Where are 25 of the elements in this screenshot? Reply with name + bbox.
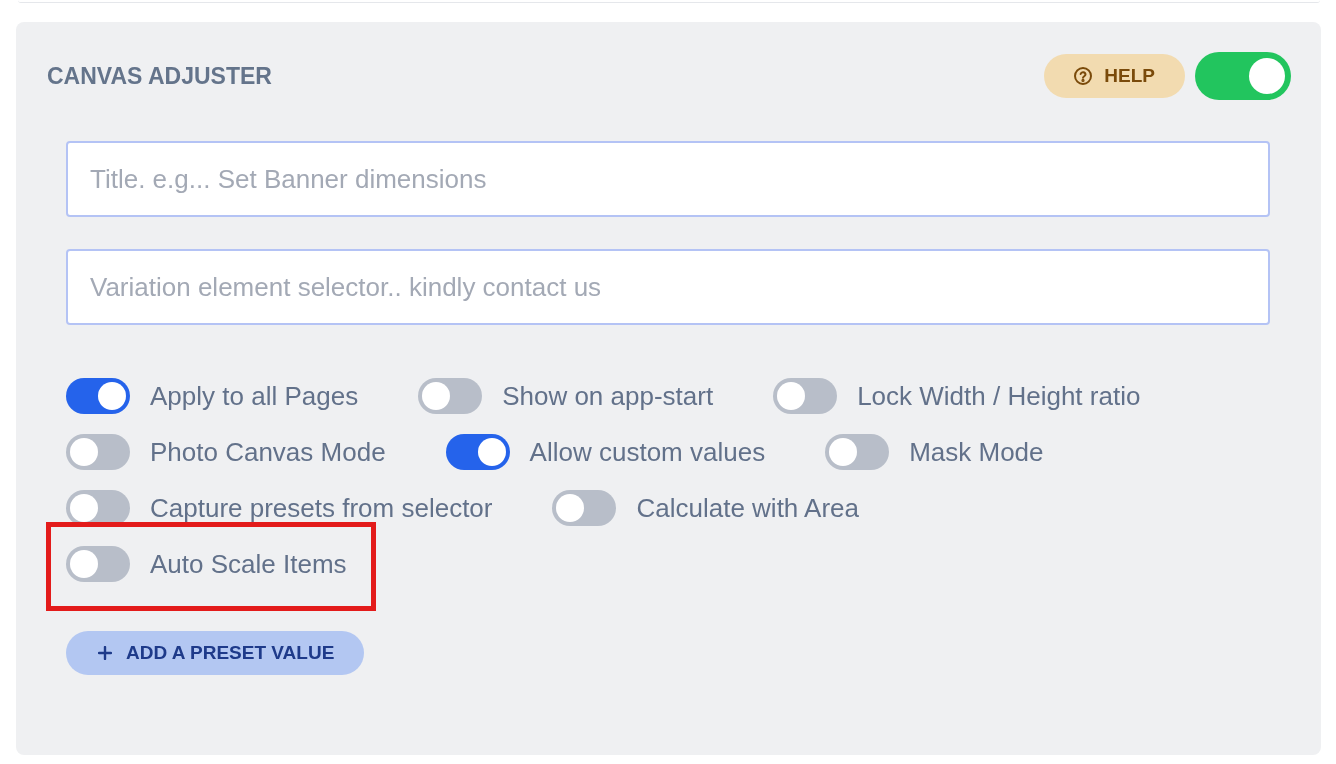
add-preset-button[interactable]: ADD A PRESET VALUE (66, 631, 365, 675)
text-input[interactable]: Title. e.g... Set Banner dimensions (66, 141, 1270, 217)
option-label: Apply to all Pages (150, 381, 359, 411)
toggle-switch[interactable] (773, 378, 838, 414)
help-button[interactable]: HELP (1044, 54, 1185, 98)
panel-title: CANVAS ADJUSTER (47, 61, 272, 91)
option-label: Show on app-start (502, 381, 714, 411)
option-label: Auto Scale Items (150, 549, 347, 579)
question-circle-icon (1074, 67, 1093, 85)
toggle-switch[interactable] (66, 546, 130, 582)
toggle-switch[interactable] (418, 378, 483, 414)
toggle-switch[interactable] (445, 434, 510, 470)
option-label: Lock Width / Height ratio (857, 381, 1141, 411)
toggle-switch[interactable] (825, 434, 890, 470)
toggle-switch[interactable] (66, 378, 130, 414)
option-label: Allow custom values (529, 437, 766, 467)
toggle-switch[interactable] (552, 490, 617, 526)
option-label: Capture presets from selector (150, 493, 493, 523)
plus-icon (98, 646, 112, 660)
text-input[interactable]: Variation element selector.. kindly contact us (66, 249, 1270, 325)
option-label: Photo Canvas Mode (150, 437, 386, 467)
toggle-switch[interactable] (1195, 52, 1291, 100)
toggle-switch[interactable] (66, 434, 130, 470)
option-label: Mask Mode (909, 437, 1044, 467)
option-label: Calculate with Area (636, 493, 860, 523)
